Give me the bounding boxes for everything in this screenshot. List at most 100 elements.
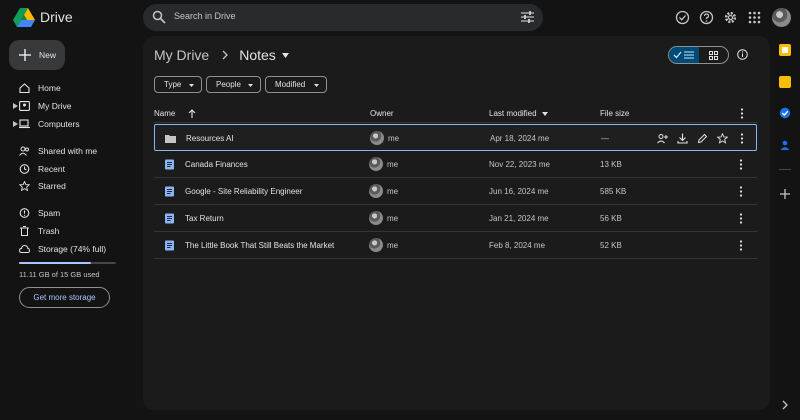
calendar-app-icon[interactable] xyxy=(779,44,791,56)
more-vert-icon[interactable] xyxy=(740,133,744,144)
sidebar-item-trash[interactable]: Trash xyxy=(0,223,140,239)
list-view-button[interactable] xyxy=(669,47,699,63)
google-doc-icon xyxy=(165,213,174,224)
file-name: Google - Site Reliability Engineer xyxy=(185,187,303,196)
info-icon[interactable] xyxy=(737,49,748,60)
new-button[interactable]: New xyxy=(9,40,65,70)
share-person-add-icon[interactable] xyxy=(657,133,668,144)
sidebar-item-spam[interactable]: Spam xyxy=(0,205,140,221)
sidebar-item-home[interactable]: Home xyxy=(0,80,140,96)
grid-view-button[interactable] xyxy=(699,47,729,63)
column-header-file-size[interactable]: File size xyxy=(600,109,629,118)
owner-name: me xyxy=(388,134,400,143)
filter-modified-chip[interactable]: Modified xyxy=(265,76,327,93)
column-header-owner[interactable]: Owner xyxy=(370,109,394,118)
filter-people-chip[interactable]: People xyxy=(206,76,261,93)
file-size: 585 KB xyxy=(600,187,627,196)
table-row[interactable]: The Little Book That Still Beats the Mar… xyxy=(154,232,757,259)
sidebar-item-label: Spam xyxy=(38,208,61,218)
apps-grid-icon[interactable] xyxy=(747,10,762,25)
column-header-name[interactable]: Name xyxy=(154,109,175,118)
search-bar[interactable]: Search in Drive xyxy=(143,4,543,31)
last-modified: Nov 22, 2023 me xyxy=(489,160,550,169)
column-header-last-modified[interactable]: Last modified xyxy=(489,109,537,118)
view-toggle xyxy=(668,46,729,64)
sidebar-item-storage[interactable]: Storage (74% full) xyxy=(0,241,140,257)
last-modified: Jun 16, 2024 me xyxy=(489,187,549,196)
calendar-app-icon-face xyxy=(782,47,788,53)
new-button-label: New xyxy=(39,50,57,60)
breadcrumb-root[interactable]: My Drive xyxy=(154,47,209,63)
expand-caret-icon[interactable] xyxy=(13,121,18,127)
dropdown-caret-icon xyxy=(248,84,253,87)
google-doc-icon xyxy=(165,159,174,170)
get-more-storage-button[interactable]: Get more storage xyxy=(19,287,110,308)
keep-app-icon[interactable] xyxy=(779,76,791,88)
my-drive-icon xyxy=(19,101,30,111)
expand-caret-icon[interactable] xyxy=(13,103,18,109)
search-input[interactable]: Search in Drive xyxy=(174,11,236,21)
main-panel: My Drive Notes Type People Modified Name… xyxy=(143,36,770,410)
drive-logo-icon[interactable] xyxy=(13,8,35,27)
more-vert-icon[interactable] xyxy=(739,186,743,197)
star-icon[interactable] xyxy=(717,133,728,144)
checkmark-icon xyxy=(673,51,682,59)
sidebar-item-recent[interactable]: Recent xyxy=(0,161,140,177)
star-icon xyxy=(19,181,30,191)
people-icon xyxy=(19,146,29,156)
rename-pencil-icon[interactable] xyxy=(697,133,708,144)
contacts-app-icon[interactable] xyxy=(779,139,791,151)
offline-status-icon[interactable] xyxy=(675,10,690,25)
sidebar-item-shared-with-me[interactable]: Shared with me xyxy=(0,143,140,159)
sidebar-item-label: Storage (74% full) xyxy=(38,244,107,254)
chevron-right-icon[interactable] xyxy=(779,399,791,411)
search-icon[interactable] xyxy=(152,10,166,24)
table-row[interactable]: Google - Site Reliability Engineer me Ju… xyxy=(154,178,757,205)
sidebar-item-my-drive[interactable]: My Drive xyxy=(0,98,140,114)
storage-quota-bar xyxy=(19,262,116,264)
breadcrumb-current[interactable]: Notes xyxy=(239,47,276,63)
file-name: Tax Return xyxy=(185,214,224,223)
file-name: Canada Finances xyxy=(185,160,248,169)
file-size: — xyxy=(601,134,609,143)
sidebar-item-label: Shared with me xyxy=(38,146,98,156)
dropdown-caret-icon[interactable] xyxy=(542,112,548,116)
more-vert-icon[interactable] xyxy=(739,159,743,170)
sidebar-item-label: Recent xyxy=(38,164,65,174)
owner-avatar xyxy=(369,238,383,252)
storage-quota-fill xyxy=(19,262,91,264)
search-options-icon[interactable] xyxy=(521,11,534,23)
download-icon[interactable] xyxy=(677,133,688,144)
account-avatar[interactable] xyxy=(772,8,791,27)
table-row[interactable]: Resources AI me Apr 18, 2024 me — xyxy=(154,124,757,151)
sidebar-item-label: My Drive xyxy=(38,101,72,111)
table-row[interactable]: Tax Return me Jan 21, 2024 me 56 KB xyxy=(154,205,757,232)
tasks-app-icon[interactable] xyxy=(779,107,791,119)
more-vert-icon[interactable] xyxy=(739,213,743,224)
sidebar-item-label: Computers xyxy=(38,119,80,129)
settings-gear-icon[interactable] xyxy=(723,10,738,25)
more-vert-icon[interactable] xyxy=(740,108,744,119)
list-icon xyxy=(684,51,695,59)
trash-icon xyxy=(20,226,29,236)
plus-icon xyxy=(19,49,31,61)
sidebar-item-computers[interactable]: Computers xyxy=(0,116,140,132)
last-modified: Apr 18, 2024 me xyxy=(490,134,550,143)
sidebar-item-label: Starred xyxy=(38,181,66,191)
more-vert-icon[interactable] xyxy=(739,240,743,251)
table-row[interactable]: Canada Finances me Nov 22, 2023 me 13 KB xyxy=(154,151,757,178)
add-addon-icon[interactable] xyxy=(779,188,791,200)
sidebar-item-starred[interactable]: Starred xyxy=(0,178,140,194)
sort-arrow-up-icon[interactable] xyxy=(188,109,196,118)
home-icon xyxy=(19,83,30,93)
filter-type-chip[interactable]: Type xyxy=(154,76,202,93)
top-bar: Drive Search in Drive xyxy=(0,0,800,36)
help-icon[interactable] xyxy=(699,10,714,25)
grid-icon xyxy=(708,50,718,60)
file-size: 52 KB xyxy=(600,241,622,250)
dropdown-caret-icon[interactable] xyxy=(281,52,289,58)
file-name: Resources AI xyxy=(186,134,234,143)
app-title[interactable]: Drive xyxy=(40,9,73,25)
owner-name: me xyxy=(387,160,399,169)
filter-chip-label: Modified xyxy=(275,80,306,89)
